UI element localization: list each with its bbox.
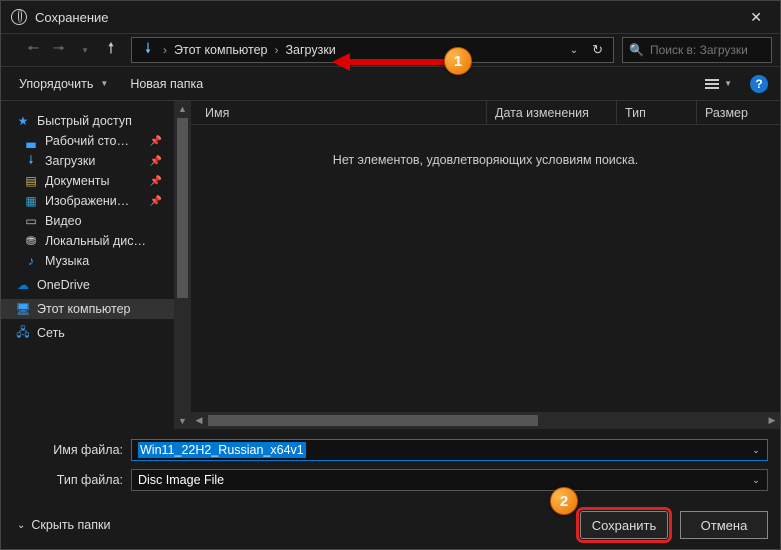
back-button[interactable]: 🠔: [21, 38, 45, 62]
titlebar: Сохранение ✕: [1, 1, 780, 33]
search-icon: 🔍: [629, 43, 644, 57]
disk-icon: ⛃: [23, 234, 39, 248]
list-view-icon: [705, 79, 719, 89]
music-icon: ♪: [23, 254, 39, 268]
star-icon: ★: [15, 114, 31, 128]
chevron-down-icon: ▼: [100, 79, 108, 88]
filetype-row: Тип файла: Disc Image File ⌄: [13, 469, 768, 491]
chevron-down-icon: ▼: [724, 79, 732, 88]
downloads-path-icon: 🠗: [140, 42, 156, 58]
documents-icon: ▤: [23, 174, 39, 188]
sidebar-item-local-disk[interactable]: ⛃Локальный дис…: [1, 231, 174, 251]
bottom-panel: Имя файла: Win11_22H2_Russian_x64v1 ⌄ Ти…: [1, 429, 780, 507]
column-name[interactable]: Имя: [197, 101, 487, 124]
new-folder-button[interactable]: Новая папка: [124, 73, 209, 95]
globe-icon: [11, 9, 27, 25]
column-type[interactable]: Тип: [617, 101, 697, 124]
forward-button[interactable]: 🠖: [47, 38, 71, 62]
pictures-icon: ▦: [23, 194, 39, 208]
sidebar-item-quick-access[interactable]: ★Быстрый доступ: [1, 111, 174, 131]
sidebar-item-music[interactable]: ♪Музыка: [1, 251, 174, 271]
view-options-button[interactable]: ▼: [705, 79, 732, 89]
chevron-right-icon: ›: [160, 43, 170, 57]
sidebar-item-network[interactable]: 🖧Сеть: [1, 323, 174, 343]
column-headers: Имя Дата изменения Тип Размер: [191, 101, 780, 125]
recent-dropdown[interactable]: ▾: [73, 45, 97, 56]
sidebar-item-desktop[interactable]: ▃Рабочий сто…📌: [1, 131, 174, 151]
scroll-up-icon[interactable]: ▲: [174, 101, 191, 117]
pin-icon: 📌: [150, 136, 162, 147]
desktop-icon: ▃: [23, 134, 39, 148]
filetype-label: Тип файла:: [13, 473, 131, 487]
scrollbar-thumb[interactable]: [177, 118, 188, 298]
sidebar-item-this-pc[interactable]: 🖥Этот компьютер: [1, 299, 174, 319]
sidebar-item-downloads[interactable]: 🠗Загрузки📌: [1, 151, 174, 171]
path-downloads[interactable]: Загрузки: [281, 41, 339, 59]
sidebar-item-onedrive[interactable]: ☁OneDrive: [1, 275, 174, 295]
videos-icon: ▭: [23, 214, 39, 228]
content-scrollbar[interactable]: ◀ ▶: [191, 412, 780, 429]
scroll-down-icon[interactable]: ▼: [174, 413, 191, 429]
save-button[interactable]: Сохранить: [580, 511, 668, 539]
column-date[interactable]: Дата изменения: [487, 101, 617, 124]
scroll-right-icon[interactable]: ▶: [764, 412, 780, 429]
filename-input[interactable]: Win11_22H2_Russian_x64v1 ⌄: [131, 439, 768, 461]
filename-label: Имя файла:: [13, 443, 131, 457]
downloads-icon: 🠗: [23, 154, 39, 168]
chevron-down-icon[interactable]: ⌄: [747, 475, 765, 486]
sidebar-item-pictures[interactable]: ▦Изображени…📌: [1, 191, 174, 211]
pc-icon: 🖥: [15, 302, 31, 316]
chevron-right-icon: ›: [271, 43, 281, 57]
up-button[interactable]: 🠕: [99, 38, 123, 63]
toolbar: Упорядочить▼ Новая папка ▼ ?: [1, 67, 780, 101]
empty-message: Нет элементов, удовлетворяющих условиям …: [191, 125, 780, 412]
action-row: ⌄ Скрыть папки Сохранить Отмена: [1, 507, 780, 549]
pin-icon: 📌: [150, 156, 162, 167]
address-bar[interactable]: 🠗 › Этот компьютер › Загрузки ⌄ ↻: [131, 37, 614, 63]
filename-row: Имя файла: Win11_22H2_Russian_x64v1 ⌄: [13, 439, 768, 461]
sidebar-scrollbar[interactable]: ▲ ▼: [174, 101, 191, 429]
cancel-button[interactable]: Отмена: [680, 511, 768, 539]
search-input[interactable]: 🔍 Поиск в: Загрузки: [622, 37, 772, 63]
close-icon[interactable]: ✕: [742, 7, 770, 28]
network-icon: 🖧: [15, 326, 31, 340]
search-placeholder: Поиск в: Загрузки: [650, 43, 748, 57]
pin-icon: 📌: [150, 176, 162, 187]
scroll-left-icon[interactable]: ◀: [191, 412, 207, 429]
save-dialog: Сохранение ✕ 🠔 🠖 ▾ 🠕 🠗 › Этот компьютер …: [0, 0, 781, 550]
cloud-icon: ☁: [15, 278, 31, 292]
main-area: ★Быстрый доступ ▃Рабочий сто…📌 🠗Загрузки…: [1, 101, 780, 429]
sidebar-item-videos[interactable]: ▭Видео: [1, 211, 174, 231]
path-this-pc[interactable]: Этот компьютер: [170, 41, 271, 59]
path-history-dropdown[interactable]: ⌄: [562, 45, 586, 56]
hide-folders-button[interactable]: ⌄ Скрыть папки: [17, 518, 110, 532]
sidebar-item-documents[interactable]: ▤Документы📌: [1, 171, 174, 191]
scrollbar-thumb[interactable]: [208, 415, 538, 426]
chevron-down-icon[interactable]: ⌄: [747, 445, 765, 456]
filetype-select[interactable]: Disc Image File ⌄: [131, 469, 768, 491]
organize-button[interactable]: Упорядочить▼: [13, 73, 114, 95]
pin-icon: 📌: [150, 196, 162, 207]
chevron-down-icon: ⌄: [17, 520, 25, 531]
sidebar: ★Быстрый доступ ▃Рабочий сто…📌 🠗Загрузки…: [1, 101, 174, 429]
dialog-title: Сохранение: [35, 10, 742, 25]
refresh-icon[interactable]: ↻: [586, 42, 609, 58]
navbar: 🠔 🠖 ▾ 🠕 🠗 › Этот компьютер › Загрузки ⌄ …: [1, 33, 780, 67]
column-size[interactable]: Размер: [697, 101, 780, 124]
file-list: Имя Дата изменения Тип Размер Нет элемен…: [191, 101, 780, 429]
help-button[interactable]: ?: [750, 75, 768, 93]
